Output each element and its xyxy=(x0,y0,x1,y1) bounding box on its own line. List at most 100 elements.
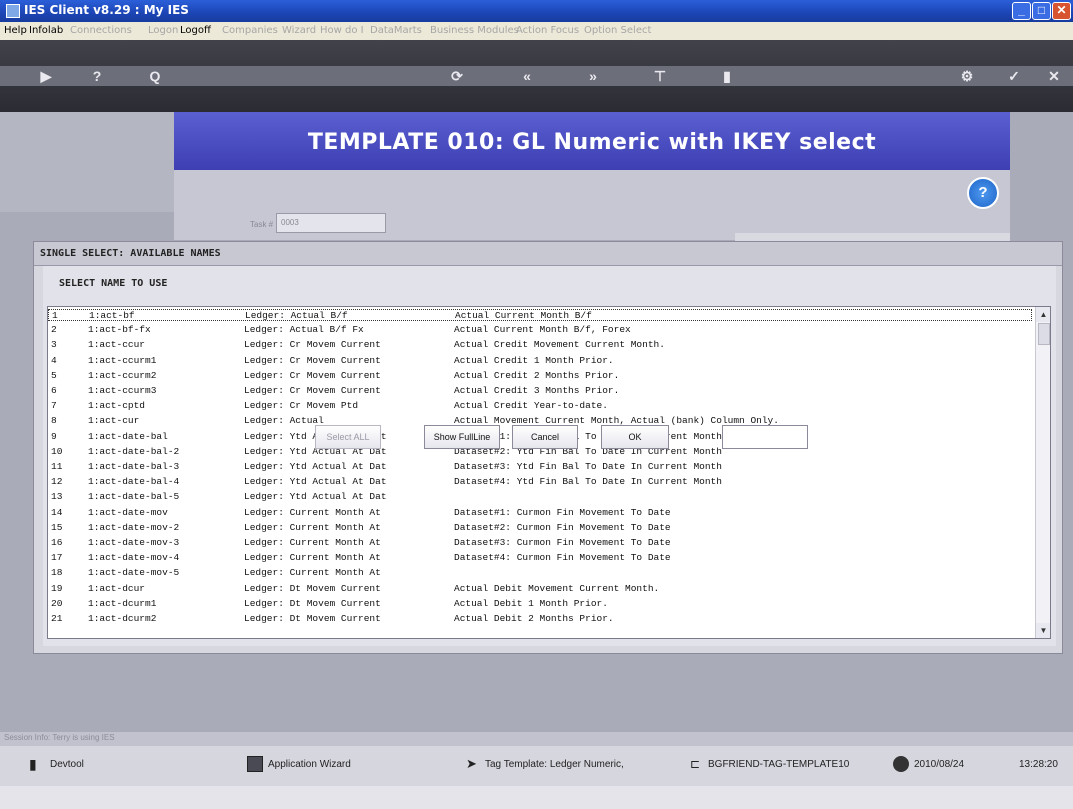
row-ledger: Ledger: Current Month At xyxy=(244,567,381,579)
row-description: Dataset#3: Curmon Fin Movement To Date xyxy=(454,537,671,548)
list-row[interactable]: 5 1:act-ccurm2 Ledger: Cr Movem Current Act… xyxy=(48,370,1032,382)
list-row[interactable]: 7 1:act-cptd Ledger: Cr Movem Ptd Actual Cr… xyxy=(48,400,1032,412)
bottom-strip xyxy=(0,786,1073,809)
row-description: Actual Current Month B/f, Forex xyxy=(454,324,631,336)
app-icon xyxy=(6,4,20,18)
row-name: 1:act-date-bal xyxy=(88,430,168,442)
list-row[interactable]: 17 1:act-date-mov-4 Ledger: Current Month … xyxy=(48,552,1032,564)
tag-template-icon: ➤ xyxy=(466,756,477,771)
close-window-button[interactable]: ✕ xyxy=(1052,2,1071,20)
row-ledger: Ledger: Actual B/f xyxy=(245,310,348,321)
task-field[interactable]: 0003 xyxy=(276,213,386,233)
list-row[interactable]: 11 1:act-date-bal-3 Ledger: Ytd Actual At … xyxy=(48,461,1032,473)
row-number: 16 xyxy=(51,537,63,548)
row-name: 1:act-ccurm1 xyxy=(88,354,157,366)
row-description: Dataset#1: Curmon Fin Movement To Date xyxy=(454,506,671,518)
window-title-bar[interactable]: IES Client v8.29 : My IES _ □ ✕ xyxy=(0,0,1073,22)
list-row[interactable]: 1 1:act-bf Ledger: Actual B/f Actual Curren… xyxy=(48,309,1032,321)
settings-icon[interactable]: ⚙ xyxy=(958,67,976,85)
application-wizard-label[interactable]: Application Wizard xyxy=(268,759,351,770)
row-name: 1:act-date-bal-2 xyxy=(88,445,180,457)
row-number: 12 xyxy=(51,476,63,488)
menu-how-do-i[interactable]: How do I xyxy=(320,25,364,36)
scroll-down-icon[interactable]: ▼ xyxy=(1036,623,1050,638)
list-row[interactable]: 3 1:act-ccur Ledger: Cr Movem Current Actua… xyxy=(48,339,1032,351)
ok-button[interactable]: OK xyxy=(601,425,669,449)
list-row[interactable]: 15 1:act-date-mov-2 Ledger: Current Month … xyxy=(48,522,1032,534)
select-label: SELECT NAME TO USE xyxy=(59,278,168,289)
row-number: 17 xyxy=(51,552,63,564)
menu-logon[interactable]: Logon xyxy=(148,25,178,36)
cancel-button[interactable]: Cancel xyxy=(512,425,578,449)
bookmark-icon[interactable]: ▮ xyxy=(718,67,736,85)
arrow-icon[interactable]: ▶ xyxy=(28,67,64,85)
row-ledger: Ledger: Dt Movem Current xyxy=(244,582,381,594)
list-row[interactable]: 21 1:act-dcurm2 Ledger: Dt Movem Current Ac… xyxy=(48,613,1032,625)
list-row[interactable]: 16 1:act-date-mov-3 Ledger: Current Month … xyxy=(48,537,1032,549)
search-icon[interactable]: Q xyxy=(146,67,164,85)
devtool-label[interactable]: Devtool xyxy=(50,759,84,770)
menu-help[interactable]: Help xyxy=(4,25,27,36)
show-full-line-button[interactable]: Show FullLine xyxy=(424,425,500,449)
list-row[interactable]: 20 1:act-dcurm1 Ledger: Dt Movem Current Ac… xyxy=(48,598,1032,610)
row-number: 8 xyxy=(51,415,57,427)
row-description: Dataset#3: Ytd Fin Bal To Date In Curren… xyxy=(454,461,722,472)
menu-wizard[interactable]: Wizard xyxy=(282,25,316,36)
list-row[interactable]: 12 1:act-date-bal-4 Ledger: Ytd Actual At … xyxy=(48,476,1032,488)
row-name: 1:act-bf xyxy=(89,310,135,321)
names-list[interactable]: 1 1:act-bf Ledger: Actual B/f Actual Curren… xyxy=(47,306,1051,639)
list-row[interactable]: 19 1:act-dcur Ledger: Dt Movem Current Actu… xyxy=(48,583,1032,595)
row-name: 1:act-date-mov-4 xyxy=(88,552,180,564)
list-row[interactable]: 2 1:act-bf-fx Ledger: Actual B/f Fx Actual … xyxy=(48,324,1032,336)
row-ledger: Ledger: Ytd Actual At Dat xyxy=(244,476,387,488)
application-wizard-icon[interactable] xyxy=(247,756,263,772)
check-icon[interactable]: ✓ xyxy=(1005,67,1023,85)
menu-datamarts[interactable]: DataMarts xyxy=(370,25,422,36)
form-field-strip xyxy=(735,233,1010,241)
first-icon[interactable]: « xyxy=(518,67,536,85)
task-field-label: Task # xyxy=(250,220,274,229)
row-number: 10 xyxy=(51,445,63,457)
row-description: Actual Debit 2 Months Prior. xyxy=(454,613,614,624)
row-ledger: Ledger: Current Month At xyxy=(244,552,381,564)
dialog-title: SINGLE SELECT: AVAILABLE NAMES xyxy=(34,242,1062,266)
dialog-body: SELECT NAME TO USE 1 1:act-bf Ledger: Actu… xyxy=(43,266,1056,646)
session-info: Session Info: Terry is using IES xyxy=(4,733,115,742)
dialog-input-field[interactable] xyxy=(722,425,808,449)
menu-connections[interactable]: Connections xyxy=(70,25,132,36)
row-number: 3 xyxy=(51,339,57,351)
menu-action-focus[interactable]: Action Focus xyxy=(516,25,579,36)
list-scrollbar[interactable]: ▲ ▼ xyxy=(1035,307,1050,638)
menu-infolab[interactable]: Infolab xyxy=(29,25,63,36)
close-icon[interactable]: ✕ xyxy=(1045,67,1063,85)
scroll-up-icon[interactable]: ▲ xyxy=(1036,307,1050,322)
row-name: 1:act-ccur xyxy=(88,339,146,351)
banner-title: TEMPLATE 010: GL Numeric with IKEY selec… xyxy=(307,130,877,155)
menu-option-select[interactable]: Option Select xyxy=(584,25,651,36)
row-description: Actual Credit 2 Months Prior. xyxy=(454,369,620,381)
select-all-button[interactable]: Select ALL xyxy=(315,425,381,449)
list-row[interactable]: 13 1:act-date-bal-5 Ledger: Ytd Actual At … xyxy=(48,491,1032,503)
menu-logoff[interactable]: Logoff xyxy=(180,25,211,36)
row-ledger: Ledger: Dt Movem Current xyxy=(244,613,381,624)
last-icon[interactable]: » xyxy=(584,67,602,85)
list-row[interactable]: 6 1:act-ccurm3 Ledger: Cr Movem Current Act… xyxy=(48,385,1032,397)
maximize-button[interactable]: □ xyxy=(1032,2,1051,20)
row-description: Actual Debit 1 Month Prior. xyxy=(454,597,608,609)
row-ledger: Ledger: Cr Movem Current xyxy=(244,339,381,351)
menu-companies[interactable]: Companies xyxy=(222,25,278,36)
help-circle-icon[interactable]: ? xyxy=(967,177,999,209)
list-row[interactable]: 18 1:act-date-mov-5 Ledger: Current Month … xyxy=(48,567,1032,579)
help-icon[interactable]: ? xyxy=(88,67,106,85)
row-ledger: Ledger: Cr Movem Current xyxy=(244,354,381,366)
list-row[interactable]: 14 1:act-date-mov Ledger: Current Month At… xyxy=(48,507,1032,519)
refresh-icon[interactable]: ⟳ xyxy=(448,67,466,85)
row-number: 7 xyxy=(51,400,57,412)
devtool-icon[interactable]: ▮ xyxy=(29,756,45,772)
menu-business-modules[interactable]: Business Modules xyxy=(430,25,519,36)
list-row[interactable]: 4 1:act-ccurm1 Ledger: Cr Movem Current Act… xyxy=(48,355,1032,367)
filter-icon[interactable]: ⊤ xyxy=(651,67,669,85)
scroll-thumb[interactable] xyxy=(1038,323,1050,345)
minimize-button[interactable]: _ xyxy=(1012,2,1031,20)
row-ledger: Ledger: Actual xyxy=(244,415,324,427)
